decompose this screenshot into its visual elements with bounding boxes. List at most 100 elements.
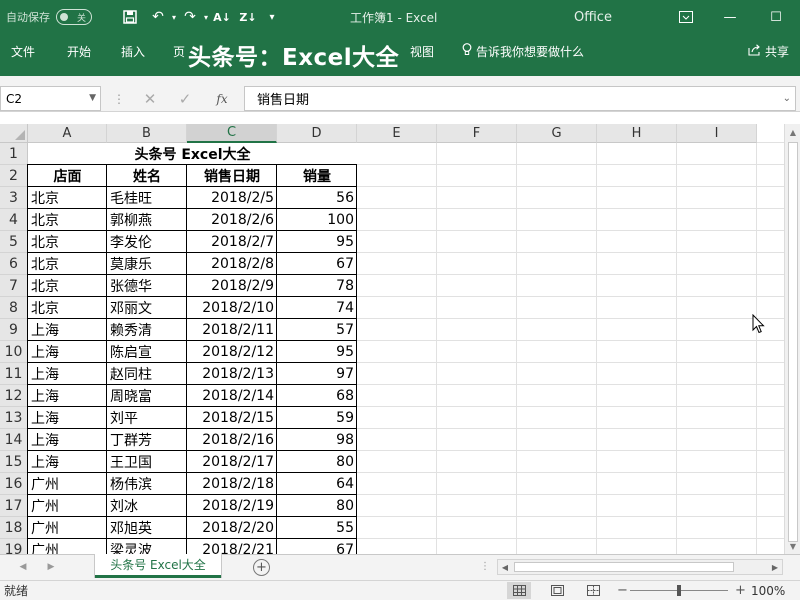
row-header-11[interactable]: 11	[0, 363, 28, 385]
sort-ascending-icon[interactable]: A↓	[212, 0, 232, 34]
table-cell[interactable]: 刘平	[107, 407, 187, 429]
table-cell[interactable]: 广州	[28, 473, 107, 495]
table-cell[interactable]: 68	[277, 385, 357, 407]
page-break-view-icon[interactable]	[581, 582, 605, 599]
row-header-9[interactable]: 9	[0, 319, 28, 341]
column-header-a[interactable]: A	[28, 124, 107, 143]
table-cell[interactable]: 57	[277, 319, 357, 341]
table-header-cell[interactable]: 销量	[277, 165, 357, 187]
table-cell[interactable]: 广州	[28, 495, 107, 517]
table-cell[interactable]: 北京	[28, 231, 107, 253]
table-cell[interactable]: 2018/2/20	[187, 517, 277, 539]
table-cell[interactable]: 北京	[28, 275, 107, 297]
row-header-17[interactable]: 17	[0, 495, 28, 517]
table-header-cell[interactable]: 店面	[28, 165, 107, 187]
column-header-e[interactable]: E	[357, 124, 437, 143]
tab-home[interactable]: 开始	[67, 34, 91, 68]
vertical-scroll-thumb[interactable]	[788, 142, 798, 542]
maximize-icon[interactable]: ☐	[752, 0, 800, 34]
table-cell[interactable]: 78	[277, 275, 357, 297]
table-cell[interactable]: 2018/2/10	[187, 297, 277, 319]
autosave-control[interactable]: 自动保存 关	[6, 0, 92, 34]
table-cell[interactable]: 邓丽文	[107, 297, 187, 319]
row-header-5[interactable]: 5	[0, 231, 28, 253]
table-cell[interactable]: 张德华	[107, 275, 187, 297]
table-cell[interactable]: 67	[277, 253, 357, 275]
table-cell[interactable]: 北京	[28, 297, 107, 319]
table-cell[interactable]: 2018/2/15	[187, 407, 277, 429]
horizontal-scrollbar[interactable]: ◀ ▶	[497, 559, 783, 575]
table-cell[interactable]: 上海	[28, 429, 107, 451]
tab-insert[interactable]: 插入	[121, 34, 145, 68]
normal-view-icon[interactable]	[507, 582, 531, 599]
office-account-label[interactable]: Office	[574, 0, 612, 34]
table-cell[interactable]: 上海	[28, 341, 107, 363]
table-cell[interactable]: 赵同柱	[107, 363, 187, 385]
autosave-toggle[interactable]: 关	[56, 9, 92, 25]
table-cell[interactable]: 上海	[28, 319, 107, 341]
column-header-h[interactable]: H	[597, 124, 677, 143]
name-box-dropdown-icon[interactable]: ▼	[89, 93, 96, 103]
table-cell[interactable]: 2018/2/11	[187, 319, 277, 341]
table-cell[interactable]: 2018/2/16	[187, 429, 277, 451]
table-cell[interactable]: 80	[277, 495, 357, 517]
table-cell[interactable]: 2018/2/21	[187, 539, 277, 554]
table-cell[interactable]: 2018/2/9	[187, 275, 277, 297]
table-cell[interactable]: 100	[277, 209, 357, 231]
undo-dropdown-icon[interactable]: ▾	[168, 0, 180, 34]
table-cell[interactable]: 梁灵波	[107, 539, 187, 554]
sheet-tab-active[interactable]: 头条号 Excel大全	[95, 554, 221, 578]
row-header-6[interactable]: 6	[0, 253, 28, 275]
table-cell[interactable]: 59	[277, 407, 357, 429]
column-header-i[interactable]: I	[677, 124, 757, 143]
column-header-g[interactable]: G	[517, 124, 597, 143]
table-cell[interactable]: 97	[277, 363, 357, 385]
undo-icon[interactable]: ↶	[148, 0, 168, 34]
row-header-12[interactable]: 12	[0, 385, 28, 407]
scroll-up-icon[interactable]: ▲	[785, 124, 800, 140]
table-cell[interactable]: 64	[277, 473, 357, 495]
table-cell[interactable]: 邓旭英	[107, 517, 187, 539]
cancel-icon[interactable]: ✕	[138, 86, 162, 111]
table-cell[interactable]: 赖秀清	[107, 319, 187, 341]
row-header-19[interactable]: 19	[0, 539, 28, 554]
worksheet-grid[interactable]: A B C D E F G H I 1 2 3 4 5 6 7 8 9 10 11 12 13 14 15 16 17 18 19 头条…	[0, 124, 784, 554]
tell-me-search[interactable]: 告诉我你想要做什么	[462, 34, 584, 68]
table-cell[interactable]: 67	[277, 539, 357, 554]
row-header-3[interactable]: 3	[0, 187, 28, 209]
share-button[interactable]: 共享	[748, 34, 789, 68]
scroll-down-icon[interactable]: ▼	[785, 538, 800, 554]
row-header-1[interactable]: 1	[0, 143, 28, 165]
row-header-4[interactable]: 4	[0, 209, 28, 231]
table-cell[interactable]: 上海	[28, 363, 107, 385]
tab-view[interactable]: 视图	[410, 34, 434, 68]
customize-toolbar-icon[interactable]: ▾	[262, 0, 282, 34]
zoom-slider-thumb[interactable]	[677, 585, 681, 596]
add-sheet-icon[interactable]: +	[253, 559, 270, 576]
table-cell[interactable]: 2018/2/13	[187, 363, 277, 385]
sheet-title-cell[interactable]: 头条号 Excel大全	[28, 143, 357, 165]
table-cell[interactable]: 刘冰	[107, 495, 187, 517]
vertical-scrollbar[interactable]: ▲ ▼	[784, 124, 800, 554]
row-header-15[interactable]: 15	[0, 451, 28, 473]
sheet-prev-icon[interactable]: ◀	[14, 555, 32, 579]
enter-icon[interactable]: ✓	[173, 86, 197, 111]
table-cell[interactable]: 毛桂旺	[107, 187, 187, 209]
row-header-16[interactable]: 16	[0, 473, 28, 495]
tab-file[interactable]: 文件	[11, 34, 35, 68]
table-cell[interactable]: 2018/2/5	[187, 187, 277, 209]
table-cell[interactable]: 北京	[28, 187, 107, 209]
insert-function-icon[interactable]: fx	[210, 86, 234, 111]
zoom-out-icon[interactable]: −	[617, 581, 628, 600]
sort-descending-icon[interactable]: Z↓	[238, 0, 258, 34]
tab-page-layout[interactable]: 页	[173, 34, 185, 68]
table-cell[interactable]: 2018/2/6	[187, 209, 277, 231]
tab-split-handle-icon[interactable]: ⋮	[480, 561, 490, 572]
table-header-cell[interactable]: 姓名	[107, 165, 187, 187]
name-box[interactable]: C2 ▼	[0, 86, 101, 111]
row-header-18[interactable]: 18	[0, 517, 28, 539]
table-cell[interactable]: 上海	[28, 451, 107, 473]
column-header-b[interactable]: B	[107, 124, 187, 143]
table-cell[interactable]: 郭柳燕	[107, 209, 187, 231]
table-cell[interactable]: 周晓富	[107, 385, 187, 407]
